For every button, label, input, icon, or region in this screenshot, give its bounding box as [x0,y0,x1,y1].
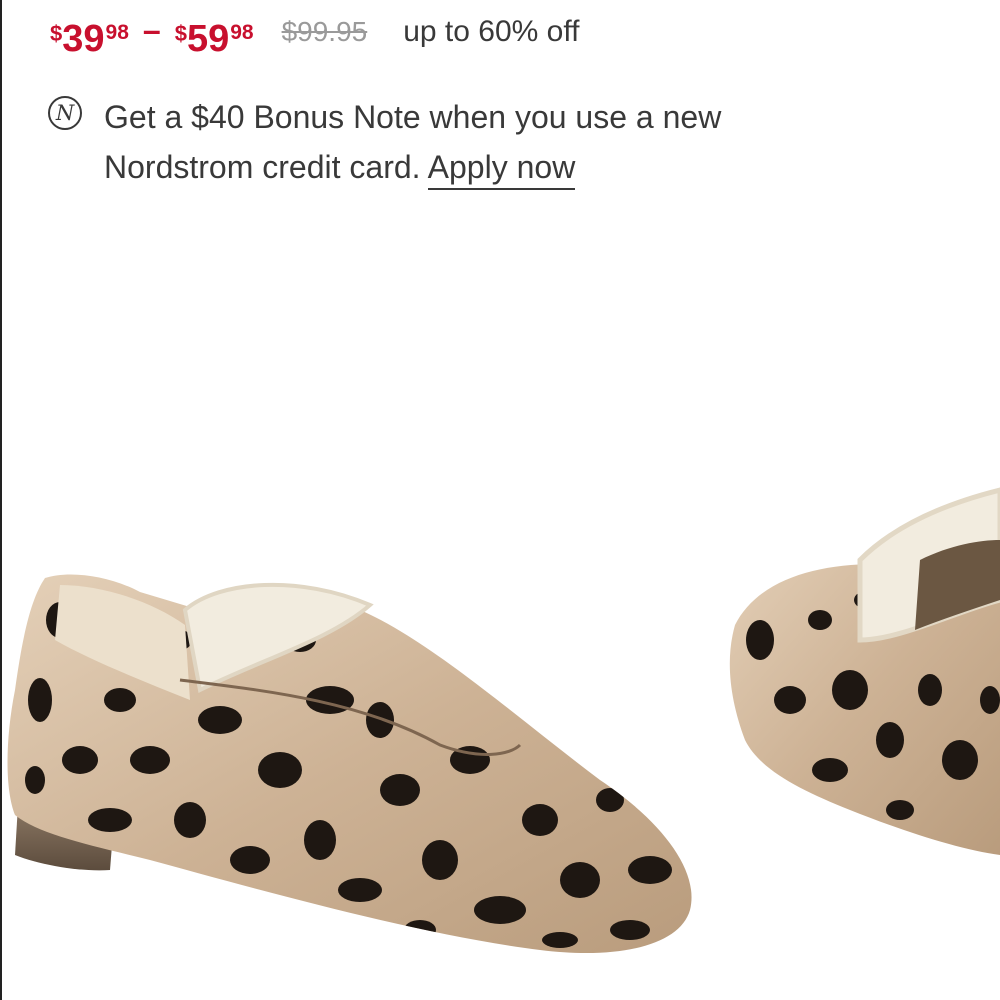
price-cents: 98 [230,21,254,44]
promo-message: Get a $40 Bonus Note when you use a new … [104,92,804,192]
left-loafer [7,574,692,954]
discount-label: up to 60% off [403,15,580,48]
currency-symbol: $ [174,21,187,46]
price-cents: 98 [105,21,129,44]
credit-card-promo: N Get a $40 Bonus Note when you use a ne… [48,92,804,192]
currency-symbol: $ [50,21,63,46]
price-range-dash: – [142,12,161,48]
nordstrom-n-icon: N [48,96,82,130]
original-price: $99.95 [281,16,368,47]
sale-price-high: $ 59 98 [175,17,254,61]
price-dollars: 59 [186,18,230,60]
apply-now-link[interactable]: Apply now [427,149,576,190]
price-row: $ 39 98 – $ 59 98 $99.95 up to 60% off [50,12,579,62]
right-loafer [729,487,1000,855]
leopard-loafer-image[interactable] [0,460,1000,1000]
promo-text: Get a $40 Bonus Note when you use a new … [104,99,722,185]
sale-price-low: $ 39 98 [50,17,129,61]
price-dollars: 39 [62,18,105,60]
